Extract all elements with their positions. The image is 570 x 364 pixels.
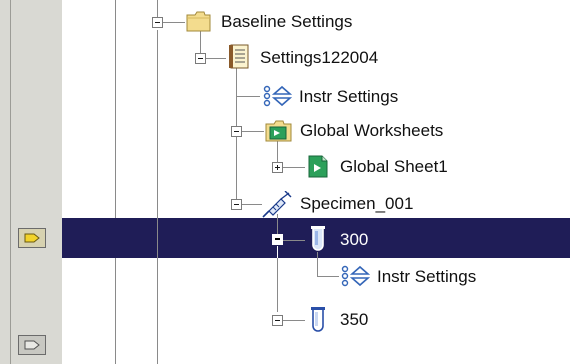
- tree-connector: [242, 204, 262, 205]
- gutter-divider: [10, 0, 11, 364]
- tree-connector: [317, 252, 318, 276]
- test-tube-icon: [311, 226, 325, 251]
- collapse-toggle[interactable]: [231, 199, 242, 210]
- collapse-toggle[interactable]: [231, 126, 242, 137]
- tree-node-settings122004[interactable]: Settings122004: [260, 48, 378, 68]
- tree-connector: [283, 240, 305, 241]
- tree-connector: [157, 30, 158, 364]
- pointer-icon: [24, 340, 40, 350]
- collapse-toggle[interactable]: [272, 315, 283, 326]
- tree-node-global-sheet1[interactable]: Global Sheet1: [340, 157, 448, 177]
- notebook-icon: [229, 44, 249, 69]
- tree-connector: [236, 96, 260, 97]
- tree-node-global-worksheets[interactable]: Global Worksheets: [300, 121, 443, 141]
- column-divider: [115, 0, 116, 364]
- syringe-icon: [262, 191, 292, 218]
- tree-connector: [283, 320, 305, 321]
- expand-toggle[interactable]: [272, 162, 283, 173]
- test-tube-icon: [311, 307, 325, 332]
- worksheet-icon: [308, 155, 328, 178]
- collapse-toggle[interactable]: [152, 17, 163, 28]
- tree-node-baseline-settings[interactable]: Baseline Settings: [221, 12, 352, 32]
- collapse-toggle[interactable]: [195, 53, 206, 64]
- tree-connector: [163, 22, 185, 23]
- tree-connector: [157, 0, 158, 18]
- tree-gutter: [0, 0, 62, 364]
- tree-node-instr-settings-300[interactable]: Instr Settings: [377, 267, 476, 287]
- instrument-settings-icon: [263, 85, 293, 107]
- tree-connector: [206, 58, 226, 59]
- worksheets-folder-icon: [265, 120, 292, 142]
- tree-node-300[interactable]: 300: [340, 230, 368, 250]
- tree-node-instr-settings[interactable]: Instr Settings: [299, 87, 398, 107]
- tree-node-specimen-001[interactable]: Specimen_001: [300, 194, 413, 214]
- folder-icon: [186, 11, 211, 32]
- tree-node-350[interactable]: 350: [340, 310, 368, 330]
- tree-connector: [283, 167, 305, 168]
- collapse-toggle[interactable]: [272, 234, 283, 245]
- acquisition-pointer[interactable]: [18, 335, 46, 355]
- current-tube-pointer[interactable]: [18, 228, 46, 248]
- pointer-icon: [24, 233, 40, 243]
- tree-connector: [242, 131, 264, 132]
- tree-connector: [277, 258, 278, 312]
- tree-connector: [317, 276, 339, 277]
- instrument-settings-icon: [341, 265, 371, 287]
